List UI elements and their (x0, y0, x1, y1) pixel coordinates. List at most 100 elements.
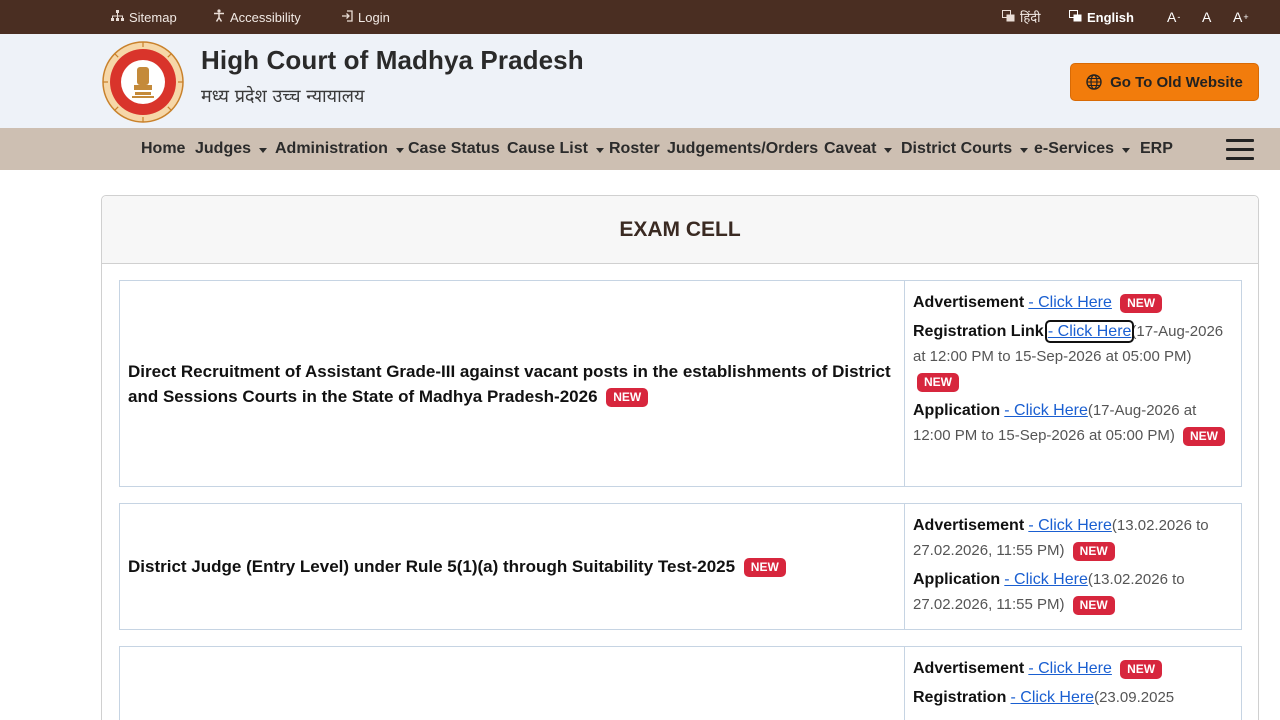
new-badge: NEW (606, 387, 649, 407)
font-normal-label: A (1202, 9, 1212, 25)
site-header: High Court of Madhya Pradesh मध्य प्रदेश… (0, 34, 1280, 128)
accessibility-link[interactable]: Accessibility (213, 0, 301, 34)
chevron-down-icon (884, 147, 893, 153)
exam-title: District Judge (Entry Level) under Rule … (128, 557, 736, 576)
nav-item-erp[interactable]: ERP (1140, 128, 1173, 170)
font-increase-button[interactable]: A + (1233, 0, 1249, 34)
go-to-old-website-button[interactable]: Go To Old Website (1070, 63, 1259, 101)
new-badge: NEW (1072, 595, 1115, 615)
exam-title-cell (120, 647, 905, 720)
link-line: Registration Link - Click Here(17-Aug-20… (913, 319, 1233, 394)
chevron-down-icon (595, 147, 604, 153)
main-navigation: Home Judges Administration Case Status C… (0, 128, 1280, 170)
registration-click-here-link[interactable]: - Click Here (1044, 320, 1135, 343)
font-decrease-sign: - (1177, 12, 1181, 22)
font-normal-button[interactable]: A (1202, 0, 1211, 34)
nav-label: Home (141, 140, 186, 157)
new-badge: NEW (1120, 293, 1163, 313)
exam-row: District Judge (Entry Level) under Rule … (119, 503, 1242, 630)
english-label: English (1087, 9, 1134, 25)
site-subtitle-hindi: मध्य प्रदेश उच्च न्यायालय (201, 86, 365, 107)
link-label: Advertisement (913, 517, 1025, 534)
nav-label: Administration (275, 140, 388, 157)
nav-item-case-status[interactable]: Case Status (408, 128, 500, 170)
language-icon (1069, 9, 1082, 25)
nav-label: District Courts (901, 140, 1013, 157)
exam-links-cell: Advertisement - Click Here NEW Registrat… (905, 281, 1241, 452)
hindi-language-link[interactable]: हिंदी (1002, 0, 1041, 34)
accessibility-icon (213, 9, 225, 25)
nav-item-district-courts[interactable]: District Courts (901, 128, 1029, 170)
nav-item-caveat[interactable]: Caveat (824, 128, 893, 170)
old-website-label: Go To Old Website (1110, 73, 1243, 91)
nav-item-cause-list[interactable]: Cause List (507, 128, 604, 170)
nav-item-judges[interactable]: Judges (195, 128, 268, 170)
chevron-down-icon (259, 147, 268, 153)
font-decrease-label: A (1167, 9, 1177, 25)
exam-links-cell: Advertisement - Click Here(13.02.2026 to… (905, 504, 1241, 621)
site-title: High Court of Madhya Pradesh (201, 45, 584, 75)
advertisement-click-here-link[interactable]: - Click Here (1028, 660, 1112, 677)
card-header: EXAM CELL (102, 196, 1258, 264)
new-badge: NEW (1120, 659, 1163, 679)
nav-label: Caveat (824, 140, 877, 157)
link-label: Advertisement (913, 660, 1025, 677)
english-language-link[interactable]: English (1069, 0, 1134, 34)
date-range: (23.09.2025 (1094, 689, 1175, 706)
link-line: Advertisement - Click Here NEW (913, 290, 1233, 315)
nav-item-home[interactable]: Home (141, 128, 185, 170)
new-badge: NEW (743, 558, 786, 578)
link-label: Registration (913, 689, 1007, 706)
login-icon (341, 9, 353, 25)
nav-item-judgements-orders[interactable]: Judgements/Orders (667, 128, 818, 170)
nav-label: Cause List (507, 140, 588, 157)
chevron-down-icon (1020, 147, 1029, 153)
hamburger-menu-icon[interactable] (1226, 139, 1254, 161)
advertisement-click-here-link[interactable]: - Click Here (1028, 517, 1112, 534)
font-increase-sign: + (1243, 12, 1249, 22)
nav-item-roster[interactable]: Roster (609, 128, 660, 170)
nav-item-administration[interactable]: Administration (275, 128, 404, 170)
exam-title: Direct Recruitment of Assistant Grade-II… (128, 361, 891, 406)
advertisement-click-here-link[interactable]: - Click Here (1028, 294, 1112, 311)
link-line: Advertisement - Click Here NEW (913, 656, 1233, 681)
nav-label: e-Services (1034, 140, 1115, 157)
sitemap-icon (111, 9, 124, 25)
accessibility-label: Accessibility (230, 9, 301, 25)
page-title: EXAM CELL (619, 218, 741, 241)
link-label: Application (913, 571, 1001, 588)
exam-row: Direct Recruitment of Assistant Grade-II… (119, 280, 1242, 487)
sitemap-link[interactable]: Sitemap (111, 0, 177, 34)
sitemap-label: Sitemap (129, 9, 177, 25)
link-label: Registration Link (913, 323, 1044, 340)
exam-title-cell: Direct Recruitment of Assistant Grade-II… (120, 281, 905, 486)
link-label: Application (913, 402, 1001, 419)
top-utility-bar: Sitemap Accessibility Login हिंदी Englis… (0, 0, 1280, 34)
new-badge: NEW (917, 372, 959, 392)
chevron-down-icon (1122, 147, 1131, 153)
language-icon (1002, 9, 1015, 25)
exam-row: Advertisement - Click Here NEW Registrat… (119, 646, 1242, 720)
application-click-here-link[interactable]: - Click Here (1004, 571, 1088, 588)
globe-icon (1086, 74, 1102, 90)
exam-links-cell: Advertisement - Click Here NEW Registrat… (905, 647, 1241, 714)
nav-label: Judges (195, 140, 252, 157)
application-click-here-link[interactable]: - Click Here (1004, 402, 1088, 419)
login-label: Login (358, 9, 390, 25)
nav-label: Case Status (408, 140, 500, 157)
link-line: Advertisement - Click Here(13.02.2026 to… (913, 513, 1233, 563)
link-label: Advertisement (913, 294, 1025, 311)
font-decrease-button[interactable]: A- (1167, 0, 1180, 34)
login-link[interactable]: Login (341, 0, 390, 34)
exam-title-cell: District Judge (Entry Level) under Rule … (120, 504, 905, 629)
font-increase-label: A (1233, 9, 1243, 25)
registration-click-here-link[interactable]: - Click Here (1011, 689, 1095, 706)
chevron-down-icon (395, 147, 404, 153)
nav-label: Roster (609, 140, 660, 157)
link-line: Application - Click Here(13.02.2026 to 2… (913, 567, 1233, 617)
nav-item-e-services[interactable]: e-Services (1034, 128, 1131, 170)
new-badge: NEW (1183, 426, 1225, 446)
nav-label: Judgements/Orders (667, 140, 819, 157)
high-court-emblem-logo[interactable] (102, 41, 184, 123)
nav-label: ERP (1140, 140, 1173, 157)
